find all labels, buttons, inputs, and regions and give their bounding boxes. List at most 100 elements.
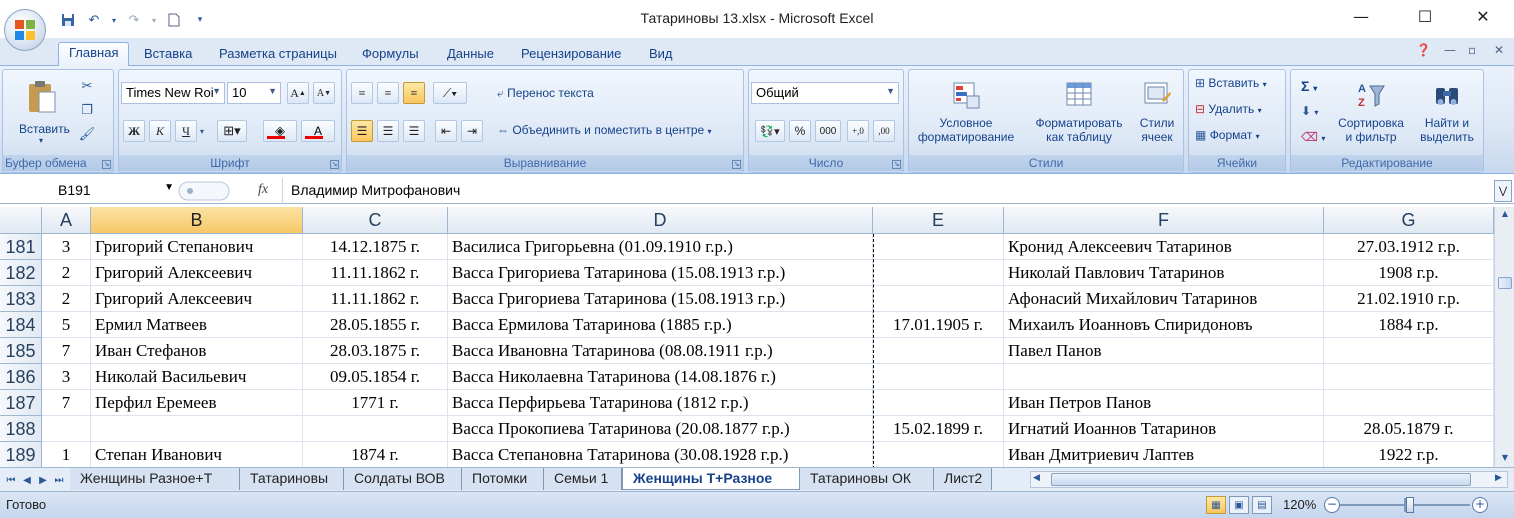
clipboard-launcher-icon[interactable]: ↘ <box>102 160 111 169</box>
cell-f[interactable]: Игнатий Иоаннов Татаринов <box>1004 416 1324 442</box>
percent-button[interactable]: % <box>789 120 811 142</box>
cell-f[interactable]: Иван Дмитриевич Лаптев <box>1004 442 1324 467</box>
cell-e[interactable] <box>873 234 1004 260</box>
underline-button[interactable]: Ч <box>175 120 197 142</box>
sheet-tab[interactable]: Потомки <box>462 468 544 490</box>
cell-c[interactable]: 1771 г. <box>303 390 448 416</box>
cut-icon[interactable]: ✂ <box>77 76 97 96</box>
find-select-button[interactable]: Найти и выделить <box>1413 76 1481 154</box>
cell-b[interactable]: Григорий Степанович <box>91 234 303 260</box>
thousands-button[interactable]: 000 <box>815 120 841 142</box>
cell-c[interactable]: 14.12.1875 г. <box>303 234 448 260</box>
zoom-out-icon[interactable]: − <box>1324 497 1340 513</box>
cell-d[interactable]: Васса Григориева Татаринова (15.08.1913 … <box>448 286 873 312</box>
cell-b[interactable]: Григорий Алексеевич <box>91 260 303 286</box>
cell-g[interactable]: 1922 г.р. <box>1324 442 1494 467</box>
format-painter-icon[interactable]: 🖌 <box>77 124 97 144</box>
cell-a[interactable]: 1 <box>42 442 91 467</box>
cell-g[interactable] <box>1324 364 1494 390</box>
scroll-up-icon[interactable]: ▲ <box>1497 209 1513 219</box>
insert-function-icon[interactable]: fx <box>258 182 268 198</box>
expand-formula-bar-icon[interactable]: ⋁ <box>1494 180 1512 202</box>
column-header-a[interactable]: A <box>42 207 91 234</box>
row-header[interactable]: 183 <box>0 286 42 312</box>
borders-button[interactable]: ⊞▾ <box>217 120 247 142</box>
cell-g[interactable] <box>1324 338 1494 364</box>
align-top-button[interactable]: ≡ <box>351 82 373 104</box>
bold-button[interactable]: Ж <box>123 120 145 142</box>
worksheet-grid[interactable]: A B C D E F G 181 3 Григорий Степанович 14.… <box>0 207 1494 467</box>
prev-sheet-icon[interactable]: ◀ <box>20 472 34 488</box>
cell-f[interactable]: Павел Панов <box>1004 338 1324 364</box>
cell-f[interactable]: Кронид Алексеевич Татаринов <box>1004 234 1324 260</box>
cell-d[interactable]: Васса Ермилова Татаринова (1885 г.р.) <box>448 312 873 338</box>
tab-data[interactable]: Данные <box>437 44 504 66</box>
scroll-left-icon[interactable]: ◀ <box>1033 473 1040 483</box>
cell-a[interactable]: 3 <box>42 234 91 260</box>
cell-c[interactable]: 11.11.1862 г. <box>303 286 448 312</box>
cell-g[interactable]: 1884 г.р. <box>1324 312 1494 338</box>
tab-page-layout[interactable]: Разметка страницы <box>209 44 347 66</box>
increase-decimal-button[interactable]: +,0 <box>847 120 869 142</box>
cell-a[interactable]: 7 <box>42 338 91 364</box>
ribbon-restore-icon[interactable]: ▫ <box>1468 43 1476 57</box>
cell-f[interactable]: Михаилъ Иоанновъ Спиридоновъ <box>1004 312 1324 338</box>
cell-e[interactable] <box>873 442 1004 467</box>
cell-e[interactable] <box>873 260 1004 286</box>
normal-view-icon[interactable]: ▦ <box>1206 496 1226 514</box>
orientation-button[interactable]: ⟋▾ <box>433 82 467 104</box>
grow-font-button[interactable]: A ▲ <box>287 82 309 104</box>
autosum-button[interactable]: Σ ▾ <box>1301 78 1317 94</box>
wrap-text-button[interactable]: ⤶ Перенос текста <box>497 86 594 106</box>
underline-dropdown-icon[interactable]: ▾ <box>197 121 207 141</box>
column-header-f[interactable]: F <box>1004 207 1324 234</box>
select-all-corner[interactable] <box>0 207 42 234</box>
sheet-tab[interactable]: Женщины Разное+Т <box>70 468 240 490</box>
office-button[interactable] <box>4 9 46 51</box>
cell-g[interactable]: 21.02.1910 г.р. <box>1324 286 1494 312</box>
cell-a[interactable]: 7 <box>42 390 91 416</box>
name-box[interactable]: B191 ▼ <box>2 180 174 202</box>
increase-indent-button[interactable]: ⇥ <box>461 120 483 142</box>
scroll-right-icon[interactable]: ▶ <box>1495 473 1502 483</box>
zoom-level[interactable]: 120% <box>1283 497 1316 512</box>
last-sheet-icon[interactable]: ⏭ <box>52 472 66 488</box>
cell-e[interactable] <box>873 286 1004 312</box>
shrink-font-button[interactable]: A ▼ <box>313 82 335 104</box>
cell-e[interactable]: 15.02.1899 г. <box>873 416 1004 442</box>
cell-c[interactable]: 1874 г. <box>303 442 448 467</box>
insert-cells-button[interactable]: ⊞ Вставить ▾ <box>1195 76 1267 90</box>
tab-view[interactable]: Вид <box>639 44 683 66</box>
conditional-formatting-button[interactable]: Условное форматирование <box>911 76 1021 154</box>
format-cells-button[interactable]: ▦ Формат ▾ <box>1195 128 1260 142</box>
column-header-g[interactable]: G <box>1324 207 1494 234</box>
alignment-launcher-icon[interactable]: ↘ <box>732 160 741 169</box>
align-bottom-button[interactable]: ≡ <box>403 82 425 104</box>
row-header[interactable]: 186 <box>0 364 42 390</box>
row-header[interactable]: 188 <box>0 416 42 442</box>
page-layout-view-icon[interactable]: ▣ <box>1229 496 1249 514</box>
sheet-tab[interactable]: Женщины Т+Разное <box>622 468 800 490</box>
delete-cells-button[interactable]: ⊟ Удалить ▾ <box>1195 102 1262 116</box>
cell-styles-button[interactable]: Стили ячеек <box>1133 76 1181 154</box>
cell-f[interactable] <box>1004 364 1324 390</box>
cell-b[interactable]: Николай Васильевич <box>91 364 303 390</box>
align-right-button[interactable]: ☰ <box>403 120 425 142</box>
cell-g[interactable] <box>1324 390 1494 416</box>
cell-d[interactable]: Васса Григориева Татаринова (15.08.1913 … <box>448 260 873 286</box>
merge-center-button[interactable]: ⇔ Объединить и поместить в центре ▾ <box>497 123 712 143</box>
cell-a[interactable]: 3 <box>42 364 91 390</box>
next-sheet-icon[interactable]: ▶ <box>36 472 50 488</box>
sheet-tab[interactable]: Татариновы <box>240 468 344 490</box>
tab-review[interactable]: Рецензирование <box>511 44 631 66</box>
cell-b[interactable] <box>91 416 303 442</box>
cell-d[interactable]: Васса Перфирьева Татаринова (1812 г.р.) <box>448 390 873 416</box>
ribbon-minimize-icon[interactable]: — <box>1444 43 1456 57</box>
clear-button[interactable]: ⌫ ▾ <box>1301 130 1325 144</box>
close-button[interactable]: ✕ <box>1460 0 1506 32</box>
accounting-format-button[interactable]: 💱▾ <box>755 120 785 142</box>
number-launcher-icon[interactable]: ↘ <box>892 160 901 169</box>
cell-b[interactable]: Иван Стефанов <box>91 338 303 364</box>
help-icon[interactable]: ❓ <box>1416 43 1431 57</box>
sort-filter-button[interactable]: A Z Сортировка и фильтр <box>1331 76 1411 154</box>
